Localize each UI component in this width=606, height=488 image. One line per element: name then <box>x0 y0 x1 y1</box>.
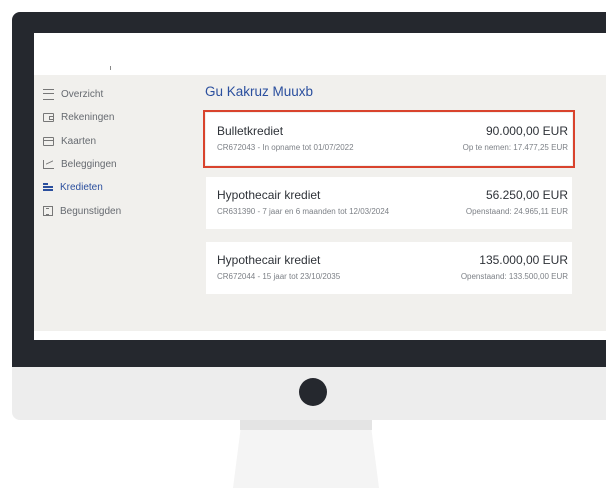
chart-icon <box>43 160 54 170</box>
loan-card-hypothecair-2[interactable]: Hypothecair krediet CR672044 - 15 jaar t… <box>206 242 572 294</box>
loan-name: Hypothecair krediet <box>217 188 321 202</box>
loan-subtitle: CR672043 - In opname tot 01/07/2022 <box>217 143 354 152</box>
coins-icon <box>43 183 53 192</box>
sidebar-item-rekeningen[interactable]: Rekeningen <box>34 106 184 129</box>
address-book-icon <box>43 206 53 217</box>
sidebar-item-label: Kredieten <box>60 182 103 194</box>
sidebar-item-label: Overzicht <box>61 89 104 101</box>
loan-amount: 135.000,00 EUR <box>479 253 568 267</box>
sidebar-item-kaarten[interactable]: Kaarten <box>34 130 184 153</box>
wallet-icon <box>43 113 54 123</box>
page-title: Gu Kakruz Muuxb <box>205 84 314 99</box>
list-icon <box>43 89 54 101</box>
sidebar-item-label: Beleggingen <box>61 159 117 171</box>
monitor-screen: Overzicht Rekeningen Kaarten Beleggingen… <box>34 33 606 340</box>
monitor-logo-dot <box>299 378 327 406</box>
loan-subtitle: CR672044 - 15 jaar tot 23/10/2035 <box>217 272 341 281</box>
monitor-stand <box>233 420 379 488</box>
loan-outstanding: Openstaand: 24.965,11 EUR <box>465 207 568 216</box>
loan-outstanding: Openstaand: 133.500,00 EUR <box>460 272 568 281</box>
sidebar-item-label: Rekeningen <box>61 112 115 124</box>
card-icon <box>43 136 54 146</box>
sidebar-item-kredieten[interactable]: Kredieten <box>34 176 184 199</box>
sidebar-item-label: Begunstigden <box>60 205 122 217</box>
loan-name: Bulletkrediet <box>217 124 284 138</box>
loan-amount: 56.250,00 EUR <box>485 188 568 202</box>
sidebar-item-label: Kaarten <box>61 135 97 147</box>
loan-remaining: Op te nemen: 17.477,25 EUR <box>462 143 568 152</box>
loan-name: Hypothecair krediet <box>217 253 321 267</box>
loan-card-hypothecair-1[interactable]: Hypothecair krediet CR631390 - 7 jaar en… <box>206 177 572 229</box>
top-mark <box>110 66 111 70</box>
sidebar-item-beleggingen[interactable]: Beleggingen <box>34 153 184 176</box>
loan-subtitle: CR631390 - 7 jaar en 6 maanden tot 12/03… <box>217 207 390 216</box>
loan-card-bulletkrediet[interactable]: Bulletkrediet CR672043 - In opname tot 0… <box>203 110 575 168</box>
sidebar-item-overzicht[interactable]: Overzicht <box>34 83 184 106</box>
sidebar: Overzicht Rekeningen Kaarten Beleggingen… <box>34 83 184 223</box>
loan-amount: 90.000,00 EUR <box>485 124 568 138</box>
monitor-stand-shadow <box>240 420 372 430</box>
sidebar-item-begunstigden[interactable]: Begunstigden <box>34 199 184 222</box>
